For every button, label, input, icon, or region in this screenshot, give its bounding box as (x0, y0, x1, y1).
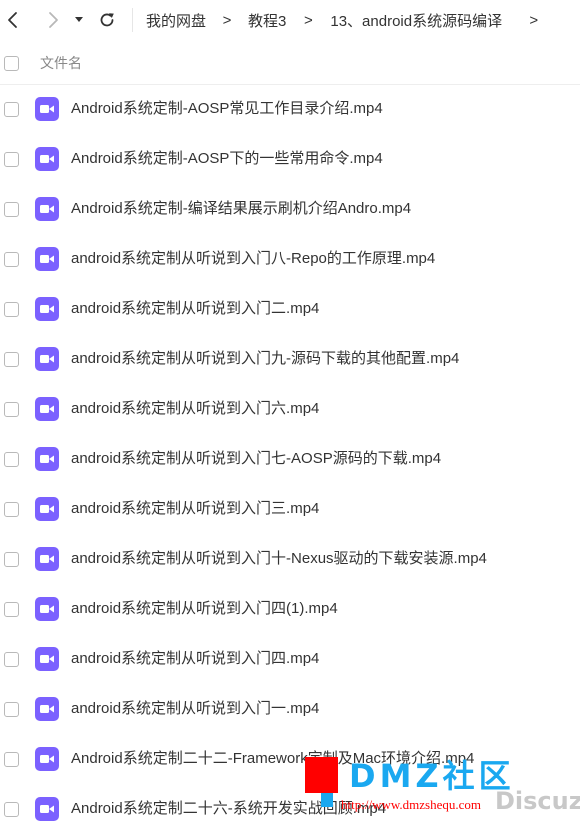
video-file-icon (35, 197, 59, 221)
refresh-icon (100, 13, 114, 27)
file-row-checkbox[interactable] (4, 752, 19, 767)
breadcrumb-separator: > (303, 11, 313, 29)
video-file-icon (35, 647, 59, 671)
video-file-icon (35, 597, 59, 621)
file-row[interactable]: android系统定制从听说到入门七-AOSP源码的下载.mp4 (0, 434, 580, 484)
video-file-icon (35, 497, 59, 521)
chevron-right-icon (49, 12, 58, 28)
file-row[interactable]: android系统定制从听说到入门六.mp4 (0, 384, 580, 434)
file-row-checkbox[interactable] (4, 152, 19, 167)
file-row[interactable]: android系统定制从听说到入门十-Nexus驱动的下载安装源.mp4 (0, 534, 580, 584)
file-browser-page: 我的网盘 > 教程3 > 13、android系统源码编译 > 文件名 Andr… (0, 0, 580, 828)
file-name[interactable]: android系统定制从听说到入门四(1).mp4 (71, 584, 338, 634)
file-row[interactable]: Android系统定制-编译结果展示刷机介绍Andro.mp4 (0, 184, 580, 234)
file-row[interactable]: Android系统定制-AOSP下的一些常用命令.mp4 (0, 134, 580, 184)
video-file-icon (35, 697, 59, 721)
file-name[interactable]: android系统定制从听说到入门八-Repo的工作原理.mp4 (71, 234, 435, 284)
file-row-checkbox[interactable] (4, 552, 19, 567)
file-row-checkbox[interactable] (4, 452, 19, 467)
video-file-icon (35, 97, 59, 121)
file-row[interactable]: android系统定制从听说到入门四(1).mp4 (0, 584, 580, 634)
video-file-icon (35, 297, 59, 321)
breadcrumb: 我的网盘 > 教程3 > 13、android系统源码编译 > (146, 0, 538, 40)
file-row[interactable]: Android系统定制二十六-系统开发实战回顾.mp4 (0, 784, 580, 828)
file-list-header: 文件名 (0, 42, 580, 85)
file-name[interactable]: Android系统定制-AOSP常见工作目录介绍.mp4 (71, 84, 383, 134)
caret-down-icon (75, 17, 83, 22)
file-name[interactable]: android系统定制从听说到入门一.mp4 (71, 684, 319, 734)
file-row-checkbox[interactable] (4, 502, 19, 517)
file-name[interactable]: Android系统定制二十二-Framework定制及Mac环境介绍.mp4 (71, 734, 474, 784)
file-row-checkbox[interactable] (4, 352, 19, 367)
file-row-checkbox[interactable] (4, 302, 19, 317)
file-name[interactable]: android系统定制从听说到入门四.mp4 (71, 634, 319, 684)
history-dropdown-button[interactable] (68, 6, 90, 34)
video-file-icon (35, 747, 59, 771)
back-button[interactable] (0, 6, 26, 34)
file-name[interactable]: Android系统定制-AOSP下的一些常用命令.mp4 (71, 134, 383, 184)
file-name[interactable]: android系统定制从听说到入门十-Nexus驱动的下载安装源.mp4 (71, 534, 487, 584)
breadcrumb-separator: > (222, 11, 232, 29)
file-row[interactable]: android系统定制从听说到入门一.mp4 (0, 684, 580, 734)
file-row-checkbox[interactable] (4, 702, 19, 717)
file-row[interactable]: android系统定制从听说到入门四.mp4 (0, 634, 580, 684)
video-file-icon (35, 247, 59, 271)
refresh-button[interactable] (94, 6, 120, 34)
video-file-icon (35, 147, 59, 171)
video-file-icon (35, 797, 59, 821)
column-header-filename[interactable]: 文件名 (40, 42, 82, 84)
file-row-checkbox[interactable] (4, 252, 19, 267)
file-row[interactable]: android系统定制从听说到入门八-Repo的工作原理.mp4 (0, 234, 580, 284)
file-row-checkbox[interactable] (4, 202, 19, 217)
file-row-checkbox[interactable] (4, 402, 19, 417)
select-all-checkbox[interactable] (4, 56, 19, 71)
chevron-left-icon (8, 12, 17, 28)
breadcrumb-more-separator[interactable]: > (502, 12, 538, 29)
breadcrumb-item-my-drive[interactable]: 我的网盘 (146, 10, 206, 31)
navigation-bar: 我的网盘 > 教程3 > 13、android系统源码编译 > (0, 0, 580, 42)
breadcrumb-item-tutorial[interactable]: 教程3 (248, 10, 286, 31)
file-row[interactable]: Android系统定制-AOSP常见工作目录介绍.mp4 (0, 84, 580, 134)
breadcrumb-item-current-folder[interactable]: 13、android系统源码编译 (330, 10, 502, 31)
file-row-checkbox[interactable] (4, 102, 19, 117)
video-file-icon (35, 397, 59, 421)
video-file-icon (35, 447, 59, 471)
file-row[interactable]: Android系统定制二十二-Framework定制及Mac环境介绍.mp4 (0, 734, 580, 784)
forward-button[interactable] (40, 6, 66, 34)
file-name[interactable]: android系统定制从听说到入门七-AOSP源码的下载.mp4 (71, 434, 441, 484)
nav-divider (132, 8, 133, 32)
file-list: Android系统定制-AOSP常见工作目录介绍.mp4 Android系统定制-… (0, 84, 580, 828)
file-row[interactable]: android系统定制从听说到入门三.mp4 (0, 484, 580, 534)
file-name[interactable]: android系统定制从听说到入门六.mp4 (71, 384, 319, 434)
video-file-icon (35, 347, 59, 371)
file-row[interactable]: android系统定制从听说到入门二.mp4 (0, 284, 580, 334)
video-file-icon (35, 547, 59, 571)
file-name[interactable]: Android系统定制-编译结果展示刷机介绍Andro.mp4 (71, 184, 411, 234)
file-name[interactable]: android系统定制从听说到入门二.mp4 (71, 284, 319, 334)
file-name[interactable]: android系统定制从听说到入门三.mp4 (71, 484, 319, 534)
file-row-checkbox[interactable] (4, 602, 19, 617)
file-name[interactable]: android系统定制从听说到入门九-源码下载的其他配置.mp4 (71, 334, 459, 384)
file-name[interactable]: Android系统定制二十六-系统开发实战回顾.mp4 (71, 784, 386, 828)
file-row-checkbox[interactable] (4, 802, 19, 817)
file-row[interactable]: android系统定制从听说到入门九-源码下载的其他配置.mp4 (0, 334, 580, 384)
file-row-checkbox[interactable] (4, 652, 19, 667)
